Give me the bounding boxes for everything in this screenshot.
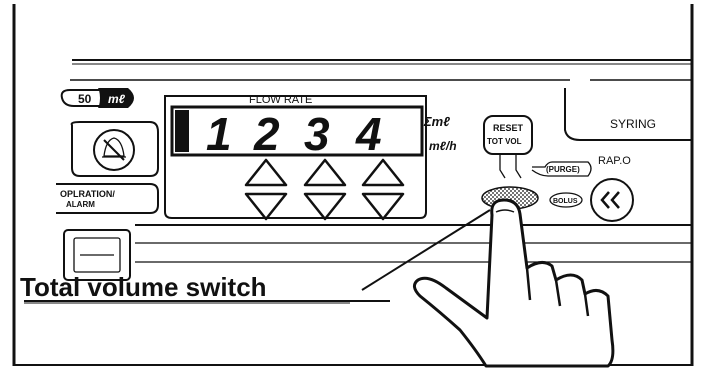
purge-indicator: (PURGE) (531, 161, 592, 177)
operation-alarm-indicator: OPLRATION/ ALARM (56, 183, 159, 214)
purge-label: (PURGE) (546, 165, 580, 174)
bolus-indicator: BOLUS (549, 192, 583, 208)
operation-alarm-label-line1: OPLRATION/ (60, 189, 115, 199)
pump-panel-diagram: 50 mℓ OPLRATION/ ALARM FLOW RATE 1 2 3 4… (0, 0, 701, 371)
tot-vol-label: TOT VOL (487, 137, 522, 146)
syringe-label: SYRING (610, 117, 656, 131)
operation-alarm-label-line2: ALARM (66, 200, 95, 209)
alarm-silence-icon (102, 137, 126, 161)
digit-2: 2 (253, 108, 280, 160)
total-volume-switch-caption: Total volume switch (20, 272, 267, 302)
syringe-unit-label: mℓ (108, 92, 126, 106)
down-button-3[interactable] (361, 192, 405, 221)
triangle-up-icon (361, 158, 405, 187)
down-button-2[interactable] (303, 192, 347, 221)
bolus-label: BOLUS (553, 198, 578, 205)
increment-buttons (244, 158, 405, 221)
unit-total-volume: Σmℓ (423, 114, 450, 129)
leader-lines (499, 154, 522, 179)
triangle-down-icon (303, 192, 347, 221)
reset-label: RESET (493, 123, 524, 133)
up-button-2[interactable] (303, 158, 347, 187)
up-button-3[interactable] (361, 158, 405, 187)
double-chevron-left-icon (600, 191, 620, 209)
reset-total-volume-button[interactable]: RESET TOT VOL (483, 115, 533, 155)
digit-1: 1 (206, 108, 232, 160)
down-button-1[interactable] (244, 192, 288, 221)
flow-rate-title: FLOW RATE (249, 94, 312, 106)
syringe-size-badge: 50 mℓ (60, 88, 134, 108)
rapid-label: RAP.O (598, 155, 631, 167)
alarm-silence-button[interactable] (70, 121, 159, 177)
digit-4: 4 (355, 108, 382, 160)
syringe-size-label: 50 (78, 92, 92, 106)
digit-3: 3 (304, 108, 330, 160)
up-button-1[interactable] (244, 158, 288, 187)
unit-flow-rate: mℓ/h (429, 139, 457, 153)
rapid-button[interactable] (590, 178, 634, 222)
triangle-up-icon (244, 158, 288, 187)
triangle-down-icon (244, 192, 288, 221)
triangle-down-icon (361, 192, 405, 221)
triangle-up-icon (303, 158, 347, 187)
